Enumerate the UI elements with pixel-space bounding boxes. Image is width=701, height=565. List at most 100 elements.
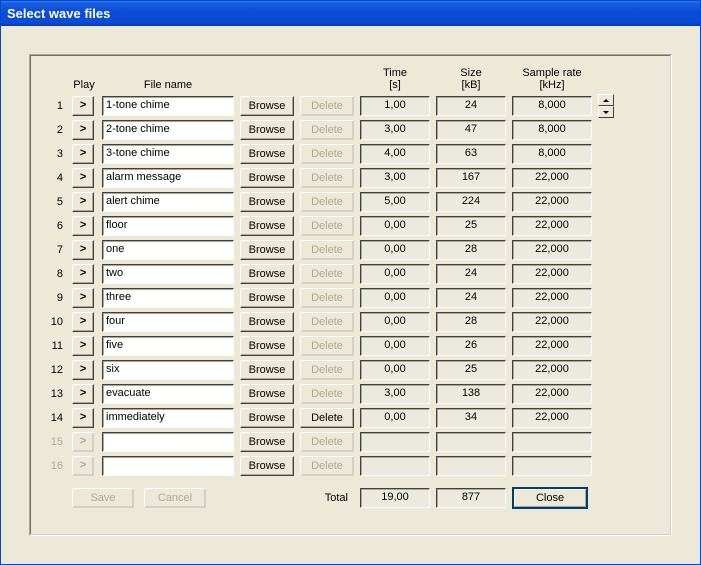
cancel-button: Cancel (144, 488, 206, 508)
file-name-input[interactable]: one (102, 240, 234, 260)
row-number: 9 (42, 292, 66, 304)
delete-button: Delete (300, 168, 354, 188)
play-button[interactable]: > (72, 168, 94, 188)
browse-button[interactable]: Browse (240, 360, 294, 380)
table-row: 10>fourBrowseDelete0,002822,000 (42, 310, 659, 334)
file-name-input[interactable]: immediately (102, 408, 234, 428)
file-name-input[interactable] (102, 456, 234, 476)
file-name-input[interactable]: floor (102, 216, 234, 236)
play-button[interactable]: > (72, 240, 94, 260)
browse-button[interactable]: Browse (240, 192, 294, 212)
browse-button[interactable]: Browse (240, 288, 294, 308)
sample-rate-value: 8,000 (512, 144, 592, 164)
size-value (436, 456, 506, 476)
play-button: > (72, 432, 94, 452)
browse-button[interactable]: Browse (240, 120, 294, 140)
sample-rate-value: 8,000 (512, 96, 592, 116)
table-row: 6>floorBrowseDelete0,002522,000 (42, 214, 659, 238)
delete-button: Delete (300, 432, 354, 452)
size-value: 224 (436, 192, 506, 212)
play-button[interactable]: > (72, 192, 94, 212)
row-number: 15 (42, 436, 66, 448)
table-row: 3>3-tone chimeBrowseDelete4,00638,000 (42, 142, 659, 166)
play-button[interactable]: > (72, 144, 94, 164)
browse-button[interactable]: Browse (240, 216, 294, 236)
play-button[interactable]: > (72, 264, 94, 284)
spin-up-button[interactable] (598, 94, 614, 106)
browse-button[interactable]: Browse (240, 336, 294, 356)
spin-down-button[interactable] (598, 106, 614, 118)
main-frame: Play File name Time[s] Size[kB] Sample r… (29, 54, 672, 536)
browse-button[interactable]: Browse (240, 240, 294, 260)
browse-button[interactable]: Browse (240, 408, 294, 428)
time-value: 3,00 (360, 168, 430, 188)
play-button[interactable]: > (72, 360, 94, 380)
column-headers: Play File name Time[s] Size[kB] Sample r… (42, 65, 659, 91)
file-name-input[interactable]: alarm message (102, 168, 234, 188)
play-button[interactable]: > (72, 288, 94, 308)
titlebar[interactable]: Select wave files (1, 1, 700, 26)
file-name-input[interactable]: two (102, 264, 234, 284)
close-button[interactable]: Close (512, 487, 588, 509)
time-value: 0,00 (360, 360, 430, 380)
play-button[interactable]: > (72, 384, 94, 404)
file-name-input[interactable]: five (102, 336, 234, 356)
row-number: 5 (42, 196, 66, 208)
file-name-input[interactable]: four (102, 312, 234, 332)
row-number: 11 (42, 340, 66, 352)
browse-button[interactable]: Browse (240, 432, 294, 452)
file-name-input[interactable] (102, 432, 234, 452)
browse-button[interactable]: Browse (240, 312, 294, 332)
delete-button[interactable]: Delete (300, 408, 354, 428)
delete-button: Delete (300, 144, 354, 164)
play-button[interactable]: > (72, 120, 94, 140)
browse-button[interactable]: Browse (240, 144, 294, 164)
sample-rate-value: 22,000 (512, 288, 592, 308)
delete-button: Delete (300, 312, 354, 332)
table-row: 12>sixBrowseDelete0,002522,000 (42, 358, 659, 382)
time-value: 0,00 (360, 288, 430, 308)
size-value: 138 (436, 384, 506, 404)
header-size: Size[kB] (436, 65, 506, 91)
sample-rate-value (512, 456, 592, 476)
size-value: 24 (436, 264, 506, 284)
time-value (360, 456, 430, 476)
total-label: Total (300, 492, 354, 504)
file-name-input[interactable]: evacuate (102, 384, 234, 404)
table-row: 9>threeBrowseDelete0,002422,000 (42, 286, 659, 310)
play-button[interactable]: > (72, 216, 94, 236)
browse-button[interactable]: Browse (240, 168, 294, 188)
size-value: 25 (436, 360, 506, 380)
file-name-input[interactable]: 2-tone chime (102, 120, 234, 140)
table-row: 8>twoBrowseDelete0,002422,000 (42, 262, 659, 286)
play-button: > (72, 456, 94, 476)
row-number: 8 (42, 268, 66, 280)
browse-button[interactable]: Browse (240, 264, 294, 284)
sample-rate-value: 22,000 (512, 168, 592, 188)
size-value: 34 (436, 408, 506, 428)
size-value: 26 (436, 336, 506, 356)
header-sample-rate: Sample rate[kHz] (512, 65, 592, 91)
size-value: 24 (436, 96, 506, 116)
size-value: 63 (436, 144, 506, 164)
play-button[interactable]: > (72, 96, 94, 116)
play-button[interactable]: > (72, 312, 94, 332)
play-button[interactable]: > (72, 408, 94, 428)
file-name-input[interactable]: three (102, 288, 234, 308)
table-row: 1>1-tone chimeBrowseDelete1,00248,000 (42, 94, 659, 118)
play-button[interactable]: > (72, 336, 94, 356)
browse-button[interactable]: Browse (240, 456, 294, 476)
row-number: 2 (42, 124, 66, 136)
delete-button: Delete (300, 120, 354, 140)
browse-button[interactable]: Browse (240, 96, 294, 116)
file-name-input[interactable]: 1-tone chime (102, 96, 234, 116)
file-name-input[interactable]: alert chime (102, 192, 234, 212)
sample-rate-value: 22,000 (512, 192, 592, 212)
file-name-input[interactable]: 3-tone chime (102, 144, 234, 164)
sample-rate-value: 22,000 (512, 240, 592, 260)
row-number: 1 (42, 100, 66, 112)
sample-rate-value: 22,000 (512, 384, 592, 404)
browse-button[interactable]: Browse (240, 384, 294, 404)
file-name-input[interactable]: six (102, 360, 234, 380)
time-value: 0,00 (360, 216, 430, 236)
